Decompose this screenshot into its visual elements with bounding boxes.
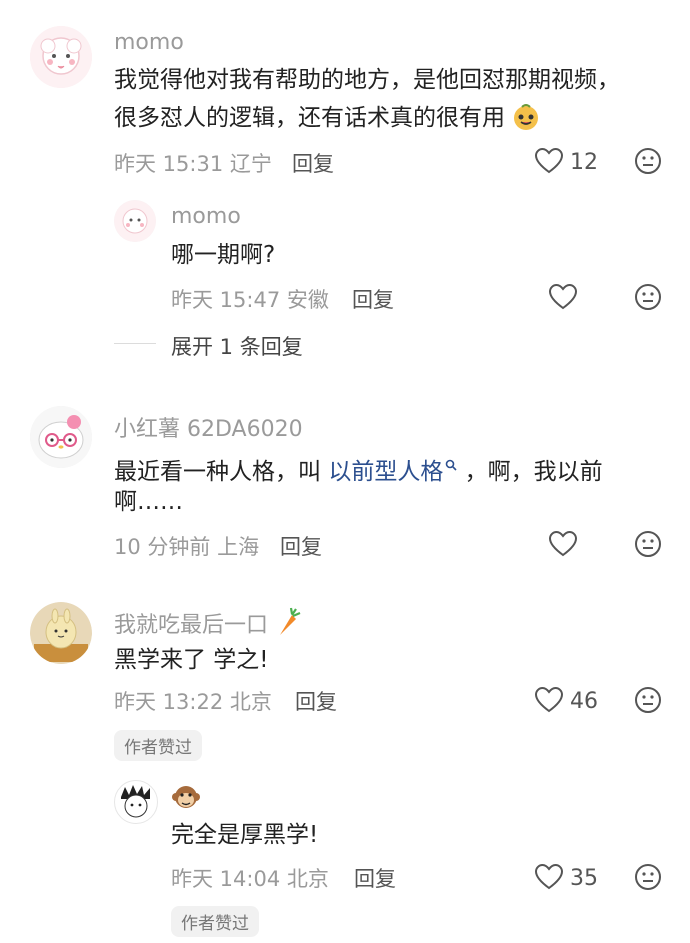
avatar[interactable] xyxy=(30,406,92,468)
meh-face-icon[interactable] xyxy=(634,863,662,891)
heart-outline-icon[interactable] xyxy=(534,686,564,714)
reply-time: 昨天 15:47 xyxy=(171,288,281,312)
happy-fruit-emoji xyxy=(512,103,540,142)
reply-location: 安徽 xyxy=(286,288,329,312)
comment-text: 啊…… xyxy=(114,489,183,515)
author-liked-badge: 作者赞过 xyxy=(171,906,259,937)
heart-outline-icon[interactable] xyxy=(534,863,564,891)
heart-outline-icon[interactable] xyxy=(534,147,564,175)
reply-button[interactable]: 回复 xyxy=(352,284,394,314)
author-liked-badge: 作者赞过 xyxy=(114,730,202,761)
meh-face-icon[interactable] xyxy=(634,283,662,311)
comment-text: 最近看一种人格，叫 以前型人格 ，啊，我以前 xyxy=(114,446,603,490)
comment-author[interactable]: 我就吃最后一口 xyxy=(114,607,301,643)
topic-link[interactable]: 以前型人格 xyxy=(328,459,443,485)
comment-text: 黑学来了 学之! xyxy=(114,647,269,673)
reply-button[interactable]: 回复 xyxy=(292,148,334,178)
reply-location: 北京 xyxy=(286,867,329,891)
comment-time: 昨天 13:22 xyxy=(114,690,224,714)
avatar[interactable] xyxy=(30,26,92,88)
comment-location: 北京 xyxy=(229,690,272,714)
comment-time: 10 分钟前 xyxy=(114,535,211,559)
avatar[interactable] xyxy=(30,602,92,664)
carrot-emoji xyxy=(275,607,301,643)
reply-button[interactable]: 回复 xyxy=(295,686,337,716)
reply-author[interactable]: momo xyxy=(171,204,241,229)
comment-location: 上海 xyxy=(217,535,260,559)
comment-text: 很多怼人的逻辑，还有话术真的很有用 xyxy=(114,100,540,142)
search-icon xyxy=(445,446,457,482)
avatar[interactable] xyxy=(114,780,158,824)
comment-author[interactable]: momo xyxy=(114,30,184,55)
comment-author[interactable]: 小红薯 62DA6020 xyxy=(114,411,303,443)
like-count: 35 xyxy=(570,866,598,891)
monkey-emoji xyxy=(171,782,201,816)
comment-meta: 昨天 15:31 辽宁 xyxy=(114,148,272,178)
reply-text: 完全是厚黑学! xyxy=(171,822,319,848)
reply-text: 哪一期啊? xyxy=(171,242,276,268)
expand-replies-button[interactable]: 展开 1 条回复 xyxy=(171,331,303,361)
meh-face-icon[interactable] xyxy=(634,686,662,714)
reply-button[interactable]: 回复 xyxy=(354,863,396,893)
reply-meta: 昨天 14:04 北京 xyxy=(171,863,329,893)
like-count: 46 xyxy=(570,689,598,714)
comment-time: 昨天 15:31 xyxy=(114,152,224,176)
heart-outline-icon[interactable] xyxy=(548,530,578,558)
comment-meta: 10 分钟前 上海 xyxy=(114,531,259,561)
comment-meta: 昨天 13:22 北京 xyxy=(114,686,272,716)
comment-location: 辽宁 xyxy=(229,152,272,176)
reply-button[interactable]: 回复 xyxy=(280,531,322,561)
heart-outline-icon[interactable] xyxy=(548,283,578,311)
expand-divider xyxy=(114,343,156,344)
meh-face-icon[interactable] xyxy=(634,530,662,558)
comment-text: 我觉得他对我有帮助的地方，是他回怼那期视频， xyxy=(114,67,620,93)
meh-face-icon[interactable] xyxy=(634,147,662,175)
reply-time: 昨天 14:04 xyxy=(171,867,281,891)
like-count: 12 xyxy=(570,150,598,175)
reply-meta: 昨天 15:47 安徽 xyxy=(171,284,329,314)
avatar[interactable] xyxy=(114,200,156,242)
